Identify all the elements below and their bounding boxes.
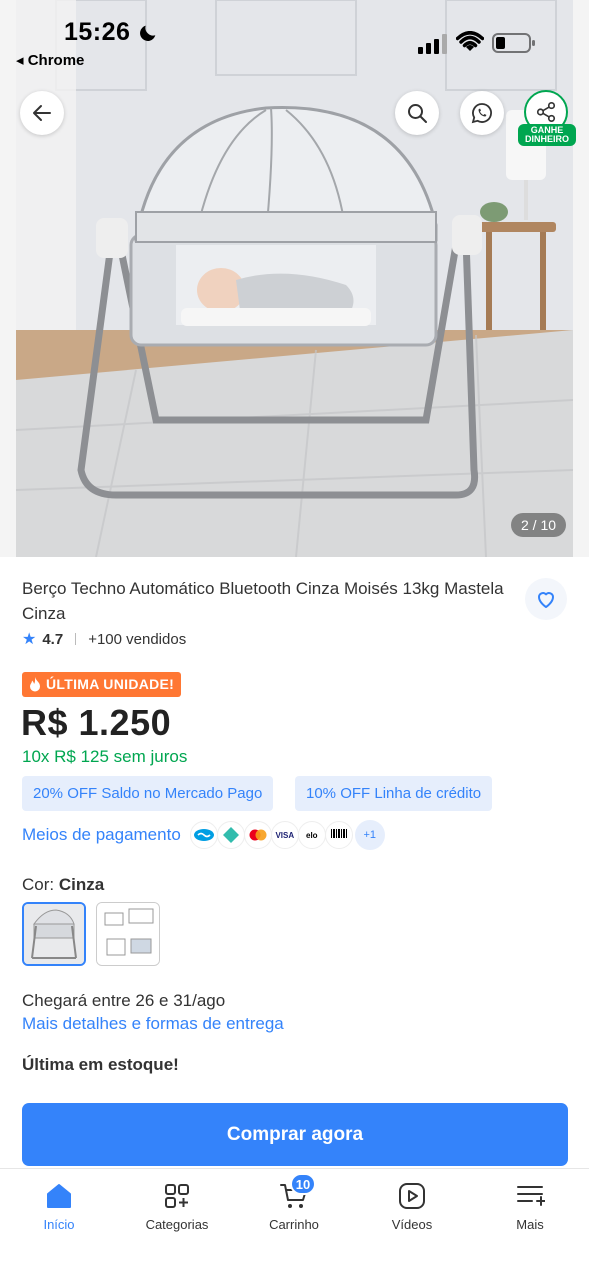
tab-categories[interactable]: Categorias <box>118 1181 236 1232</box>
share-icon <box>536 102 556 122</box>
product-photo[interactable] <box>16 0 573 557</box>
menu-plus-icon <box>517 1186 545 1206</box>
mastercard-icon <box>243 821 272 849</box>
visa-icon: VISA <box>270 821 299 849</box>
buy-now-button[interactable]: Comprar agora <box>22 1103 568 1166</box>
bassinet-illustration <box>16 0 573 557</box>
rating-value: 4.7 <box>42 630 64 648</box>
last-unit-badge: ÚLTIMA UNIDADE! <box>22 672 182 697</box>
home-icon <box>47 1184 71 1208</box>
color-label-prefix: Cor: <box>22 875 59 894</box>
rating-row[interactable]: ★ 4.7 +100 vendidos <box>22 629 186 649</box>
tab-home[interactable]: Início <box>0 1181 118 1232</box>
share-earn-button[interactable]: GANHE DINHEIRO <box>518 90 576 146</box>
back-button[interactable] <box>20 91 64 135</box>
arrow-left-icon <box>33 105 51 121</box>
delivery-estimate: Chegará entre 26 e 31/ago <box>22 991 226 1010</box>
wifi-icon <box>456 31 484 51</box>
battery-icon <box>492 33 535 53</box>
cellular-signal-icon <box>418 34 447 54</box>
heart-icon <box>538 592 554 608</box>
tab-more[interactable]: Mais <box>471 1181 589 1232</box>
product-title: Berço Techno Automático Bluetooth Cinza … <box>22 579 504 623</box>
tab-more-label: Mais <box>516 1217 544 1232</box>
whatsapp-share-button[interactable] <box>460 91 504 135</box>
categories-icon <box>165 1184 189 1208</box>
tab-categories-label: Categorias <box>145 1217 209 1232</box>
color-value: Cinza <box>58 875 105 894</box>
divider <box>75 633 77 645</box>
search-icon <box>408 104 427 123</box>
sold-count: +100 vendidos <box>88 630 187 648</box>
tab-home-label: Início <box>43 1217 75 1232</box>
swatch-thumbnail <box>97 903 159 965</box>
promo-chip-mercado-pago[interactable]: 20% OFF Saldo no Mercado Pago <box>22 776 274 811</box>
product-gallery[interactable] <box>0 0 589 557</box>
moon-icon <box>140 25 156 41</box>
tab-cart-label: Carrinho <box>269 1217 319 1232</box>
gallery-counter: 2 / 10 <box>511 513 567 537</box>
payment-methods-link[interactable]: Meios de pagamento <box>22 825 181 845</box>
price: R$ 1.250 <box>21 702 172 743</box>
installments: 10x R$ 125 sem juros <box>22 747 188 766</box>
color-swatch-selected[interactable] <box>22 902 86 966</box>
elo-icon: elo <box>297 821 326 849</box>
back-to-app-link[interactable]: ◂ Chrome <box>16 51 84 69</box>
swatch-thumbnail <box>24 904 84 964</box>
more-payment-methods[interactable]: +1 <box>354 820 385 850</box>
search-button[interactable] <box>395 91 439 135</box>
favorite-button[interactable] <box>525 578 567 620</box>
star-icon: ★ <box>22 631 37 648</box>
color-label: Cor: Cinza <box>22 875 104 895</box>
badge-label: ÚLTIMA UNIDADE! <box>46 676 175 692</box>
stock-status: Última em estoque! <box>22 1055 179 1074</box>
pix-icon <box>216 821 245 849</box>
promo-chip-credit-line[interactable]: 10% OFF Linha de crédito <box>295 776 493 811</box>
delivery-details-link[interactable]: Mais detalhes e formas de entrega <box>22 1014 284 1034</box>
tab-videos-label: Vídeos <box>391 1217 433 1232</box>
boleto-icon <box>324 821 353 849</box>
status-bar: 15:26 ◂ Chrome <box>0 0 589 80</box>
cart-count-badge: 10 <box>290 1173 316 1195</box>
whatsapp-icon <box>471 103 492 124</box>
tab-videos[interactable]: Vídeos <box>353 1181 471 1232</box>
payment-methods-row[interactable]: Meios de pagamento VISA elo +1 <box>22 820 385 850</box>
share-earn-label: GANHE DINHEIRO <box>518 124 576 146</box>
mercado-pago-icon <box>189 821 218 849</box>
play-video-icon <box>399 1183 425 1209</box>
status-time: 15:26 <box>64 18 131 46</box>
fire-icon <box>30 677 40 692</box>
color-swatch-option[interactable] <box>96 902 160 966</box>
